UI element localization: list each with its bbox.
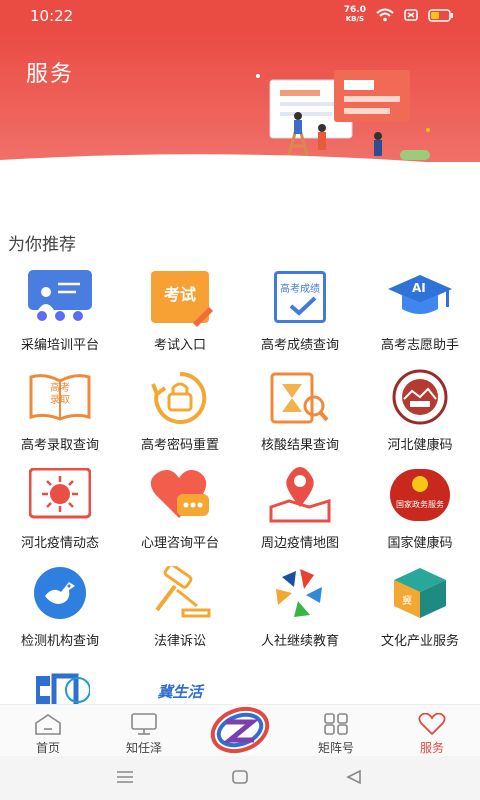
network-speed-value: 76.0 [343,5,366,15]
service-exam-entry[interactable]: 考试 考试入口 [120,262,240,360]
tab-home[interactable]: 首页 [0,705,96,757]
national-code-icon-text: 国家政务服务 [396,500,444,509]
back-icon[interactable] [346,769,362,785]
wifi-icon [376,8,394,22]
tab-label: 知任泽 [125,741,162,755]
virus-icon [26,464,94,526]
service-legal-litigation[interactable]: 法律诉讼 [120,558,240,656]
bird-icon [26,562,94,624]
service-label: 考试入口 [153,338,206,353]
sim-icon [404,9,418,21]
section-title: 为你推荐 [8,235,76,255]
service-label: 高考密码重置 [140,438,219,453]
battery-icon [428,8,453,22]
national-health-code-icon: 国家政务服务 [386,464,454,526]
service-label: 河北健康码 [387,438,453,453]
service-label: 核酸结果查询 [260,438,339,453]
service-nucleic-result[interactable]: 核酸结果查询 [240,362,360,460]
tab-label: 首页 [35,741,60,755]
home-icon [35,714,61,735]
status-bar: 10:22 76.0 KB/S [0,0,480,32]
service-label: 河北疫情动态 [20,536,99,551]
service-training-platform[interactable]: 采编培训平台 [0,262,120,360]
service-label: 周边疫情地图 [260,536,339,551]
monitor-icon [131,713,157,735]
home-button-icon[interactable] [231,769,249,785]
service-label: 高考志愿助手 [380,338,459,353]
ai-graduation-icon: AI [386,266,454,328]
tab-label: 服务 [419,741,444,755]
service-gaokao-score[interactable]: 高考成绩 高考成绩查询 [240,262,360,360]
service-label: 高考成绩查询 [260,338,339,353]
tab-matrix[interactable]: 矩阵号 [288,705,384,757]
pinwheel-icon [266,562,334,624]
password-reset-icon [146,366,214,428]
service-label: 检测机构查询 [20,634,99,649]
admission-icon-text: 高考 录取 [50,383,70,406]
service-label: 人社继续教育 [260,634,339,649]
status-time: 10:22 [30,7,74,25]
service-label: 国家健康码 [387,536,453,551]
service-gaokao-assistant[interactable]: AI 高考志愿助手 [360,262,480,360]
menu-icon[interactable] [116,770,134,784]
svg-text:冀: 冀 [402,594,412,607]
service-label: 高考录取查询 [20,438,99,453]
network-speed-unit: KB/S [345,15,365,23]
gavel-icon [146,562,214,624]
center-app-logo-button[interactable] [208,702,272,758]
page-title: 服务 [26,62,75,87]
service-culture-industry[interactable]: 冀 文化产业服务 [360,558,480,656]
ji-life-icon-text: 冀生活 [157,682,203,701]
banner-illustration [256,70,430,162]
service-testing-agency[interactable]: 检测机构查询 [0,558,120,656]
score-query-icon: 高考成绩 [266,266,334,328]
status-icons: 76.0 KB/S [344,6,454,24]
service-hr-continuing-edu[interactable]: 人社继续教育 [240,558,360,656]
header-banner: 服务 [0,32,480,162]
heart-chat-icon [146,464,214,526]
map-pin-icon [266,464,334,526]
culture-box-icon: 冀 [386,562,454,624]
service-psych-consult[interactable]: 心理咨询平台 [120,460,240,558]
service-password-reset[interactable]: 高考密码重置 [120,362,240,460]
service-hebei-health-code[interactable]: 河北健康码 [360,362,480,460]
system-nav-bar [0,756,480,800]
ai-icon-text: AI [412,281,426,295]
grid-icon [324,713,348,735]
service-hebei-epidemic[interactable]: 河北疫情动态 [0,460,120,558]
admission-book-icon: 高考 录取 [26,366,94,428]
service-label: 采编培训平台 [20,338,99,353]
training-icon [26,266,94,328]
tab-zhirenze[interactable]: 知任泽 [96,705,192,757]
service-gaokao-admission[interactable]: 高考 录取 高考录取查询 [0,362,120,460]
exam-icon: 考试 [146,266,214,328]
hebei-health-code-icon [386,366,454,428]
tab-services[interactable]: 服务 [384,705,480,757]
service-national-health-code[interactable]: 国家政务服务 国家健康码 [360,460,480,558]
nucleic-test-icon [266,366,334,428]
header-wave [0,154,427,162]
service-label: 心理咨询平台 [140,536,219,551]
service-label: 法律诉讼 [153,634,206,649]
score-query-icon-text: 高考成绩 [280,284,320,295]
tab-label: 矩阵号 [317,741,354,755]
service-epidemic-map[interactable]: 周边疫情地图 [240,460,360,558]
heart-icon [418,713,446,735]
service-label: 文化产业服务 [380,634,459,649]
network-speed: 76.0 KB/S [344,6,366,24]
